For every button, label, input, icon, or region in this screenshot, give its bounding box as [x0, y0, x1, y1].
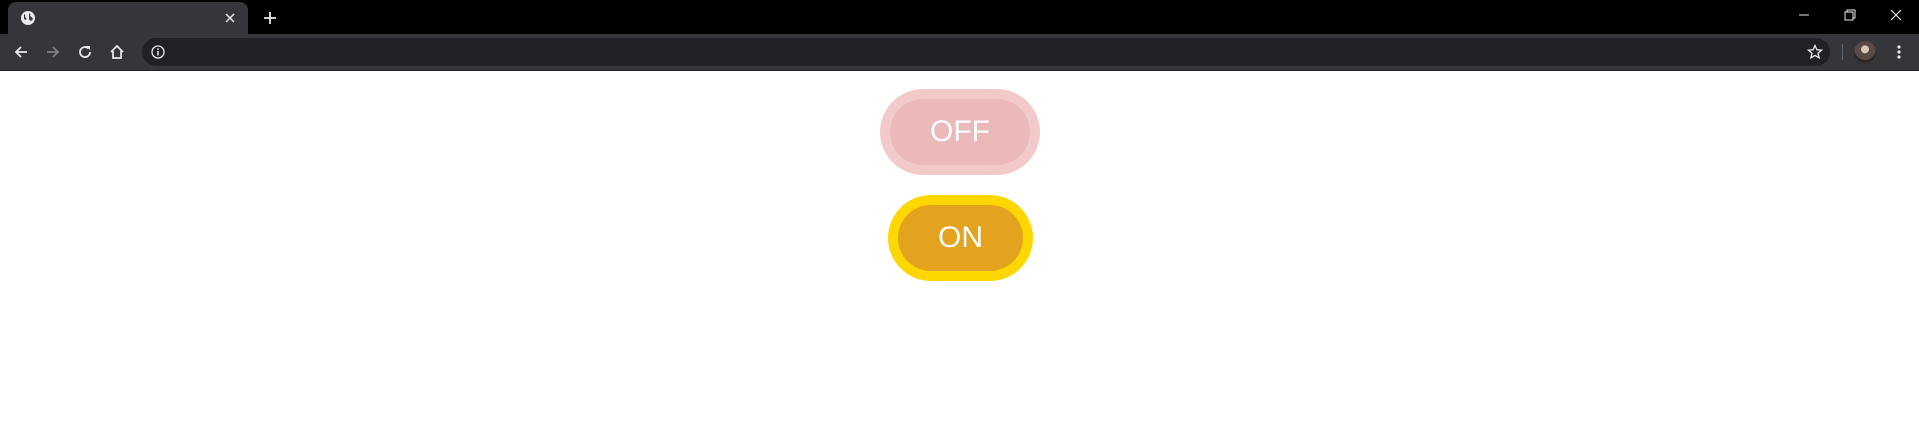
- reload-icon[interactable]: [72, 39, 98, 65]
- minimize-icon[interactable]: [1781, 0, 1827, 30]
- tab-strip: [0, 0, 1919, 34]
- address-bar[interactable]: [142, 38, 1830, 68]
- star-icon[interactable]: [1806, 43, 1824, 61]
- page-content: OFF ON: [0, 71, 1919, 422]
- toggle-off-label: OFF: [930, 115, 990, 148]
- kebab-menu-icon[interactable]: [1886, 39, 1912, 65]
- browser-toolbar: [0, 34, 1919, 71]
- window-close-icon[interactable]: [1873, 0, 1919, 30]
- globe-icon: [20, 10, 36, 26]
- info-icon[interactable]: [150, 44, 166, 60]
- toggle-on-label: ON: [938, 221, 983, 254]
- close-icon[interactable]: [222, 10, 238, 26]
- toggle-off-button[interactable]: OFF: [880, 89, 1040, 175]
- arrow-left-icon[interactable]: [8, 39, 34, 65]
- toggle-off-inner: OFF: [890, 99, 1030, 165]
- restore-icon[interactable]: [1827, 0, 1873, 30]
- url-input[interactable]: [176, 38, 1780, 68]
- toggle-on-button[interactable]: ON: [888, 195, 1033, 281]
- browser-tab[interactable]: [8, 2, 248, 34]
- toolbar-divider: [1842, 44, 1843, 60]
- plus-icon[interactable]: [258, 6, 282, 30]
- toggle-on-inner: ON: [898, 205, 1023, 271]
- home-icon[interactable]: [104, 39, 130, 65]
- tab-title: [44, 10, 204, 26]
- arrow-right-icon[interactable]: [40, 39, 66, 65]
- profile-avatar[interactable]: [1854, 41, 1876, 63]
